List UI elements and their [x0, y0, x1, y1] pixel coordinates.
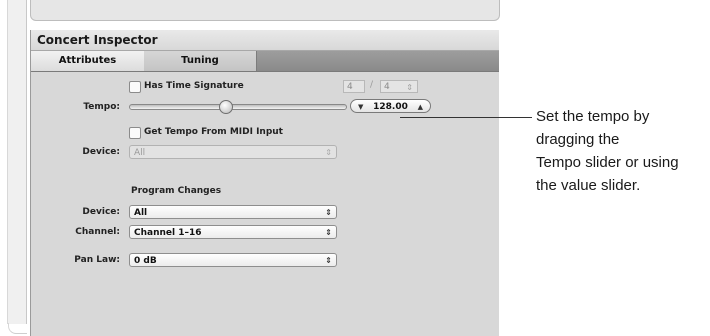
get-tempo-from-midi-label: Get Tempo From MIDI Input	[144, 127, 283, 137]
up-arrow-icon[interactable]: ▲	[418, 100, 423, 114]
program-device-label: Device:	[82, 207, 120, 217]
midi-device-select: All ⇕	[129, 145, 337, 159]
up-down-arrows-icon: ⇕	[325, 208, 332, 217]
concert-inspector-panel: Concert Inspector Attributes Tuning Has …	[30, 30, 499, 336]
channel-select[interactable]: Channel 1–16 ⇕	[129, 225, 337, 239]
has-time-signature-label: Has Time Signature	[144, 81, 244, 91]
channel-value: Channel 1–16	[134, 228, 202, 238]
get-tempo-from-midi-checkbox[interactable]	[129, 127, 141, 139]
panel-title: Concert Inspector	[31, 30, 499, 51]
has-time-signature-checkbox[interactable]	[129, 81, 141, 93]
time-signature-denominator[interactable]: 4 ⇕	[380, 80, 418, 93]
top-panel-strip	[30, 0, 500, 21]
midi-device-value: All	[134, 148, 146, 158]
channel-label: Channel:	[75, 227, 120, 237]
app-window: Concert Inspector Attributes Tuning Has …	[0, 0, 500, 336]
tab-bar: Attributes Tuning	[31, 51, 499, 72]
program-changes-heading: Program Changes	[131, 186, 222, 196]
left-rail	[7, 0, 27, 334]
tab-tuning[interactable]: Tuning	[144, 51, 257, 71]
program-device-value: All	[134, 208, 148, 218]
up-down-arrows-icon: ⇕	[325, 256, 332, 265]
callout-line-2: dragging the	[536, 131, 620, 148]
callout-line-1: Set the tempo by	[536, 108, 650, 125]
callout-line-4: the value slider.	[536, 177, 641, 194]
tempo-slider[interactable]	[129, 100, 347, 114]
up-down-arrows-icon: ⇕	[406, 83, 413, 92]
down-arrow-icon[interactable]: ▼	[358, 100, 363, 114]
time-signature-separator: /	[370, 80, 374, 90]
callout-line-3: Tempo slider or using	[536, 154, 679, 171]
pan-law-label: Pan Law:	[74, 255, 120, 265]
attributes-content: Has Time Signature 4 / 4 ⇕ Tempo: ▼ 128.…	[31, 72, 499, 336]
up-down-arrows-icon: ⇕	[325, 228, 332, 237]
time-signature-numerator[interactable]: 4	[343, 80, 365, 93]
tab-attributes[interactable]: Attributes	[31, 51, 145, 71]
time-signature-denominator-value: 4	[384, 82, 390, 92]
callout-leader-line	[400, 117, 532, 118]
midi-device-label: Device:	[82, 147, 120, 157]
tempo-label: Tempo:	[83, 102, 120, 112]
pan-law-value: 0 dB	[134, 256, 157, 266]
tempo-value: 128.00	[373, 102, 408, 112]
tempo-value-slider[interactable]: ▼ 128.00 ▲	[350, 99, 431, 113]
tempo-slider-knob[interactable]	[219, 100, 233, 114]
program-device-select[interactable]: All ⇕	[129, 205, 337, 219]
pan-law-select[interactable]: 0 dB ⇕	[129, 253, 337, 267]
up-down-arrows-icon: ⇕	[325, 148, 332, 157]
